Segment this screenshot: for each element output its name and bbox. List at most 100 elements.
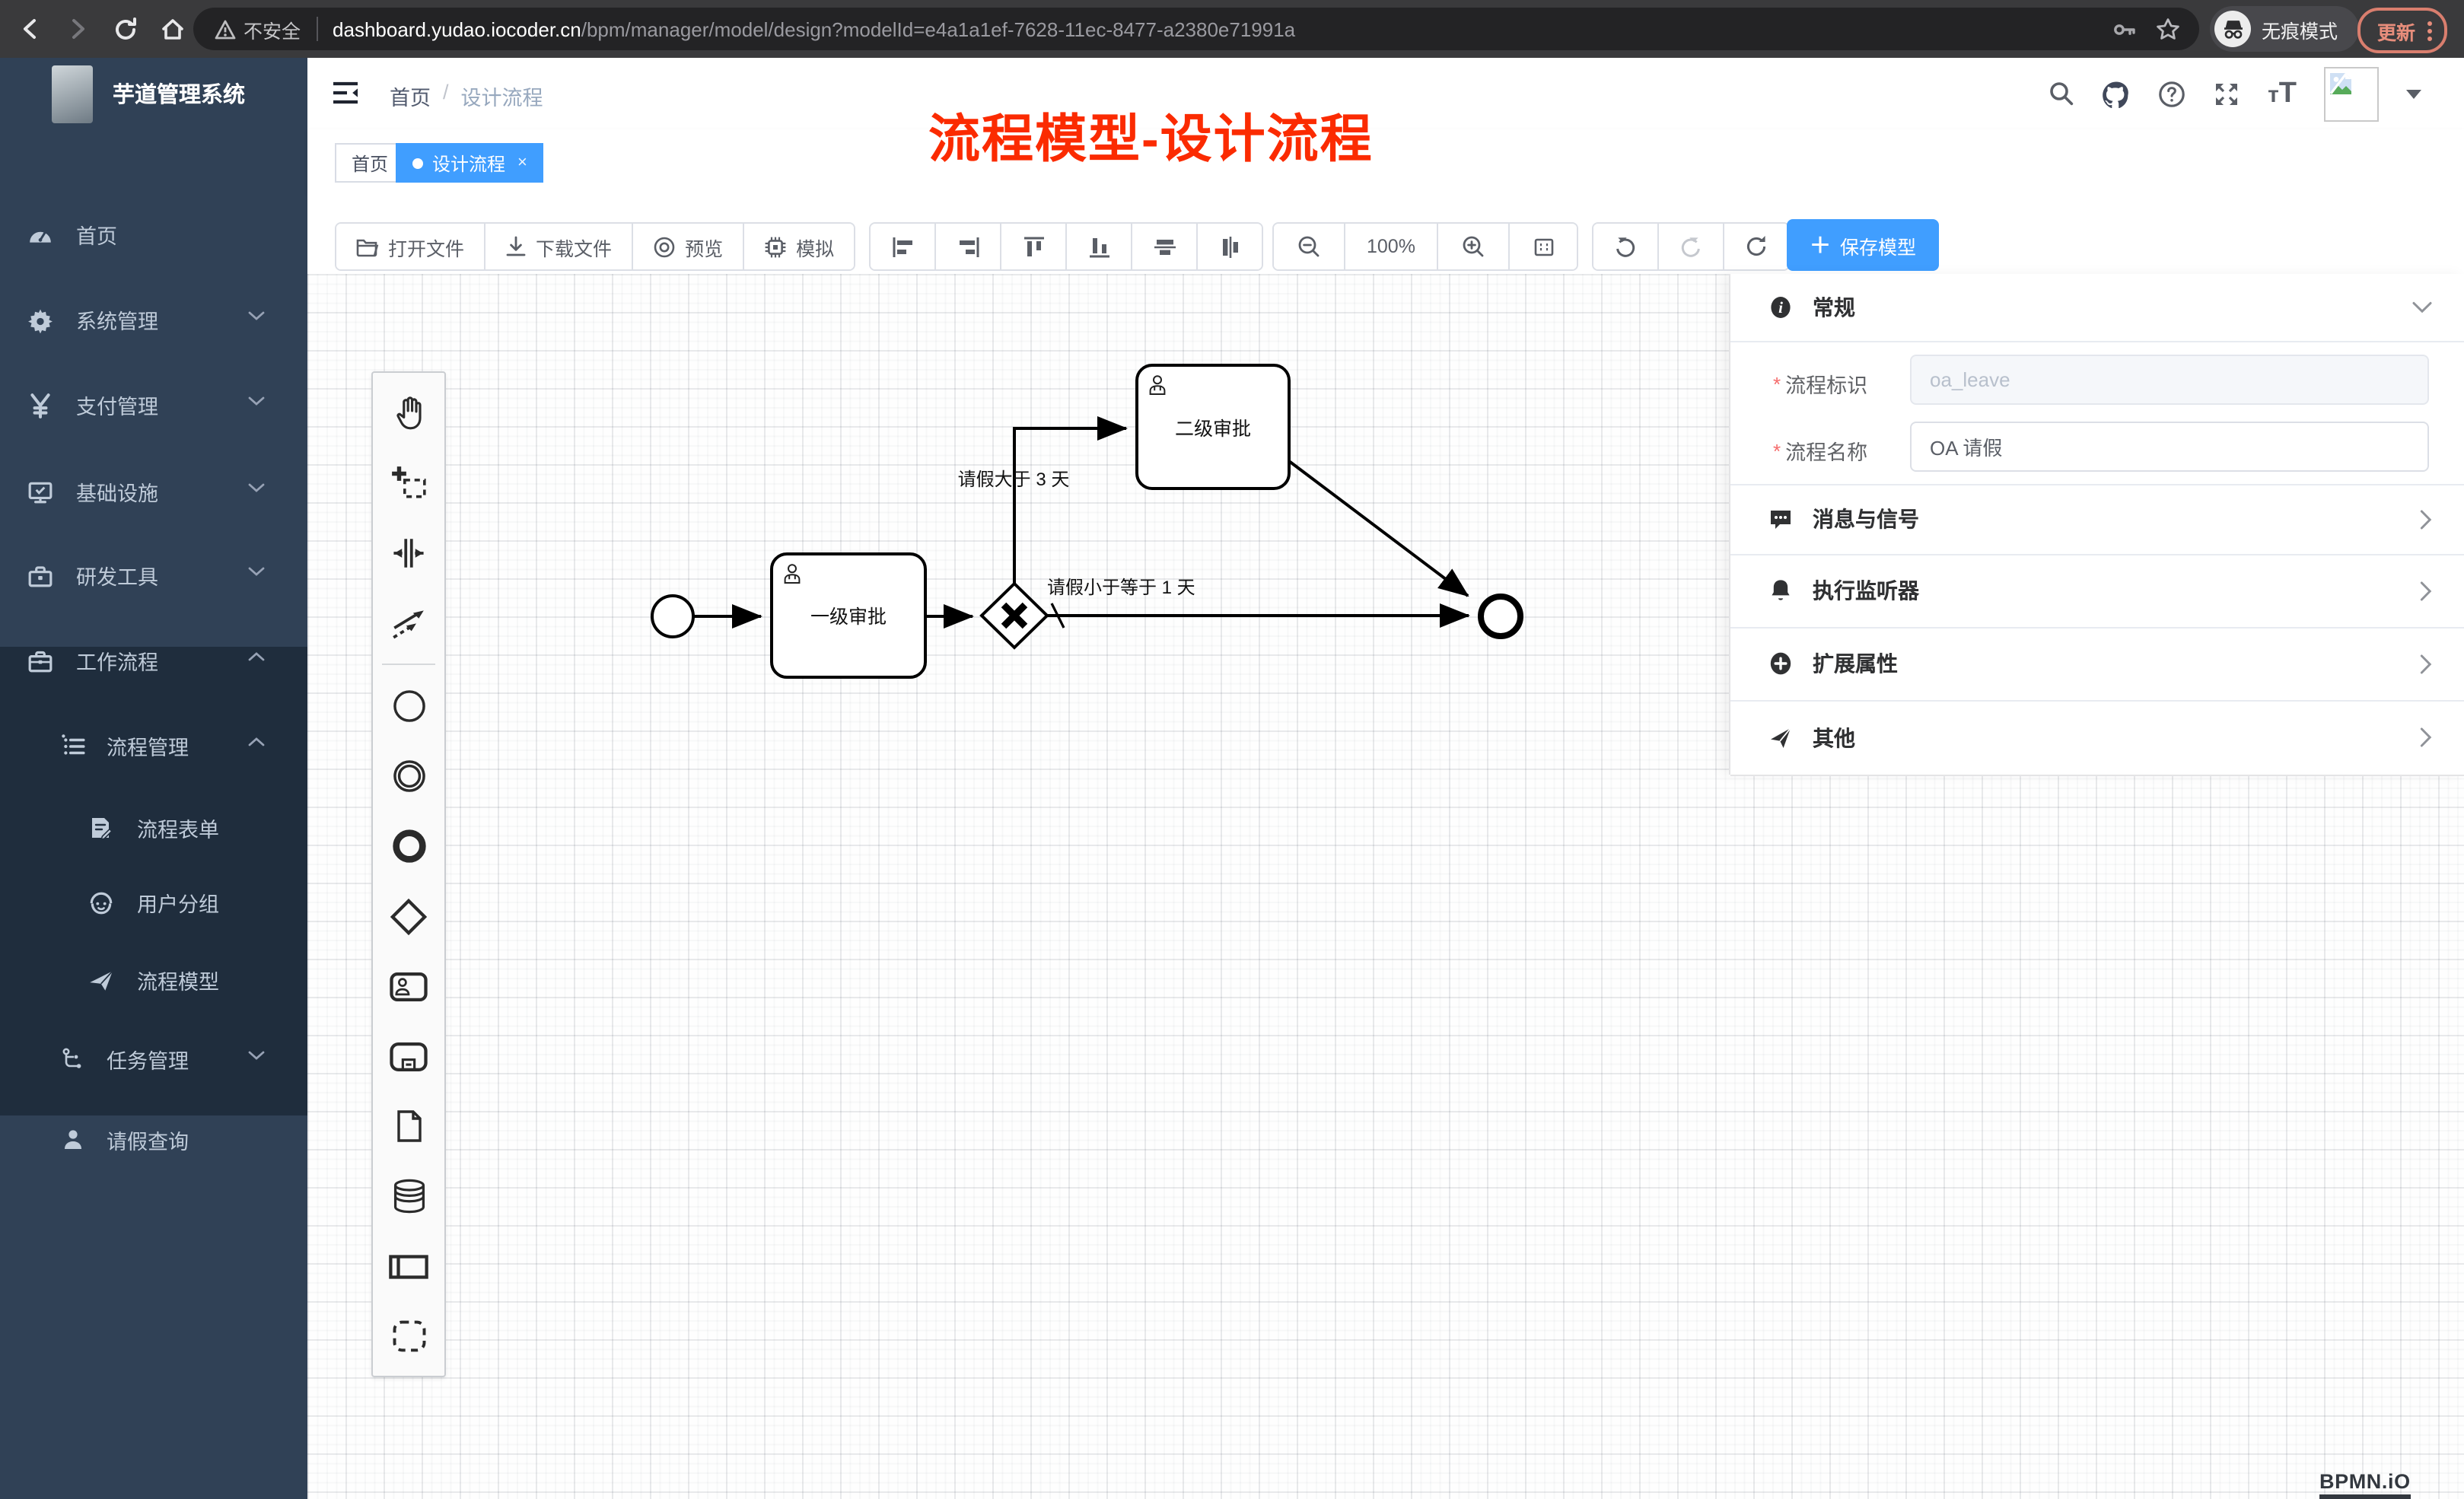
sidebar-item-home[interactable]: 首页 xyxy=(0,204,307,265)
edge-label-gt3[interactable]: 请假大于 3 天 xyxy=(958,469,1070,490)
sidebar-item-process-mgmt[interactable]: 流程管理 xyxy=(0,715,307,776)
chevron-down-icon xyxy=(248,310,265,321)
bpmn-io-watermark[interactable]: BPMN.iO xyxy=(2319,1470,2411,1499)
align-vertical-center-icon[interactable] xyxy=(1131,224,1196,269)
gear-icon xyxy=(27,307,53,333)
space-tool-icon[interactable] xyxy=(373,517,444,587)
sidebar-item-devtools[interactable]: 研发工具 xyxy=(0,545,307,606)
browser-back-icon[interactable] xyxy=(12,11,49,47)
participant-tool-icon[interactable] xyxy=(373,1231,444,1301)
svg-text:i: i xyxy=(1778,298,1783,317)
avatar-dropdown-caret[interactable] xyxy=(2406,89,2421,98)
url-text: dashboard.yudao.iocoder.cn/bpm/manager/m… xyxy=(333,18,1295,40)
flow-task2-to-end[interactable] xyxy=(1289,461,1468,596)
align-left-icon[interactable] xyxy=(871,224,934,269)
sidebar-item-task-mgmt[interactable]: 任务管理 xyxy=(0,1029,307,1090)
plus-icon: ＋ xyxy=(1810,230,1831,260)
browser-update-button[interactable]: 更新 xyxy=(2357,8,2447,53)
bookmark-star-icon[interactable] xyxy=(2155,16,2181,42)
browser-chrome: 不安全 dashboard.yudao.iocoder.cn/bpm/manag… xyxy=(0,0,2464,59)
start-event[interactable] xyxy=(652,596,693,637)
align-horizontal-center-icon[interactable] xyxy=(1196,224,1262,269)
fit-viewport-icon[interactable] xyxy=(1508,224,1577,269)
user-task-tool-icon[interactable] xyxy=(373,951,444,1021)
exclusive-gateway[interactable] xyxy=(982,584,1047,648)
hand-tool-icon[interactable] xyxy=(373,377,444,447)
sidebar-item-process-form[interactable]: 流程表单 xyxy=(0,797,307,858)
flow-gateway-to-task2[interactable] xyxy=(1014,428,1126,584)
chevron-down-icon xyxy=(248,396,265,406)
task-level1-approve[interactable]: 一级审批 xyxy=(772,554,925,677)
download-file-button[interactable]: 下载文件 xyxy=(484,224,632,269)
info-icon: i xyxy=(1768,295,1793,320)
sidebar-item-leave-query[interactable]: 请假查询 xyxy=(0,1109,307,1170)
tab-close-icon[interactable]: × xyxy=(517,154,527,172)
fullscreen-icon[interactable] xyxy=(2213,80,2240,107)
briefcase-icon xyxy=(27,648,53,673)
section-general[interactable]: i 常规 xyxy=(1730,274,2464,342)
process-name-input[interactable] xyxy=(1910,422,2429,472)
end-event-tool-icon[interactable] xyxy=(373,811,444,881)
sidebar-item-workflow[interactable]: 工作流程 xyxy=(0,630,307,691)
avatar[interactable] xyxy=(2324,66,2379,121)
save-model-button[interactable]: ＋ 保存模型 xyxy=(1787,219,1939,271)
zoom-level[interactable]: 100% xyxy=(1344,224,1437,269)
address-bar[interactable]: 不安全 dashboard.yudao.iocoder.cn/bpm/manag… xyxy=(193,8,2199,50)
font-size-icon[interactable]: тT xyxy=(2268,79,2297,108)
lasso-tool-icon[interactable] xyxy=(373,447,444,517)
sidebar-item-user-group[interactable]: 用户分组 xyxy=(0,872,307,933)
gateway-tool-icon[interactable] xyxy=(373,881,444,951)
subprocess-tool-icon[interactable] xyxy=(373,1021,444,1091)
sidebar-logo[interactable]: 芋道管理系统 xyxy=(0,58,307,129)
process-key-input[interactable] xyxy=(1910,355,2429,405)
browser-home-icon[interactable] xyxy=(154,11,190,47)
sidebar-item-system[interactable]: 系统管理 xyxy=(0,289,307,350)
task-level2-approve[interactable]: 二级审批 xyxy=(1137,365,1289,489)
align-right-icon[interactable] xyxy=(934,224,1000,269)
breadcrumb-home[interactable]: 首页 xyxy=(390,81,431,111)
section-message-signal[interactable]: 消息与信号 xyxy=(1730,484,2464,555)
preview-button[interactable]: 预览 xyxy=(632,224,743,269)
key-icon[interactable] xyxy=(2111,16,2137,42)
intermediate-event-tool-icon[interactable] xyxy=(373,741,444,811)
browser-forward-icon[interactable] xyxy=(59,11,96,47)
help-icon[interactable] xyxy=(2158,80,2185,107)
browser-reload-icon[interactable] xyxy=(107,11,143,47)
sidebar-item-process-model[interactable]: 流程模型 xyxy=(0,950,307,1010)
logo-image xyxy=(52,65,93,123)
sidebar-item-payment[interactable]: 支付管理 xyxy=(0,374,307,435)
align-top-icon[interactable] xyxy=(1000,224,1065,269)
github-icon[interactable] xyxy=(2102,80,2131,107)
sidebar-collapse-icon[interactable] xyxy=(332,81,359,105)
bpmn-canvas[interactable]: 一级审批 二级审批 请假大于 3 天 请假小于等于 1 天 xyxy=(307,274,2464,1499)
list-icon xyxy=(61,733,87,759)
section-execution-listener[interactable]: 执行监听器 xyxy=(1730,554,2464,629)
data-store-tool-icon[interactable] xyxy=(373,1161,444,1231)
open-file-button[interactable]: 打开文件 xyxy=(336,224,484,269)
zoom-out-icon[interactable] xyxy=(1274,224,1344,269)
required-asterisk: * xyxy=(1773,372,1781,395)
restart-icon[interactable] xyxy=(1723,224,1788,269)
redo-icon[interactable] xyxy=(1657,224,1723,269)
toolbox-icon xyxy=(27,562,53,588)
zoom-in-icon[interactable] xyxy=(1437,224,1508,269)
search-icon[interactable] xyxy=(2049,81,2074,107)
tab-home[interactable]: 首页 xyxy=(335,143,405,183)
simulate-button[interactable]: 模拟 xyxy=(743,224,854,269)
edge-label-lte1[interactable]: 请假小于等于 1 天 xyxy=(1047,578,1195,598)
browser-menu-icon[interactable] xyxy=(2427,21,2432,40)
data-object-tool-icon[interactable] xyxy=(373,1091,444,1161)
start-event-tool-icon[interactable] xyxy=(373,671,444,741)
align-bottom-icon[interactable] xyxy=(1065,224,1131,269)
end-event[interactable] xyxy=(1481,597,1520,636)
chevron-up-icon xyxy=(248,737,265,747)
sidebar-item-infra[interactable]: 基础设施 xyxy=(0,461,307,522)
section-extension-attrs[interactable]: 扩展属性 xyxy=(1730,627,2464,702)
security-warning[interactable]: 不安全 xyxy=(193,14,316,43)
section-other[interactable]: 其他 xyxy=(1730,700,2464,776)
properties-panel: i 常规 * 流程标识 * 流程名称 xyxy=(1729,274,2464,775)
group-tool-icon[interactable] xyxy=(373,1301,444,1371)
undo-icon[interactable] xyxy=(1593,224,1657,269)
global-connect-icon[interactable] xyxy=(373,587,444,657)
tab-design[interactable]: 设计流程 × xyxy=(396,143,544,183)
